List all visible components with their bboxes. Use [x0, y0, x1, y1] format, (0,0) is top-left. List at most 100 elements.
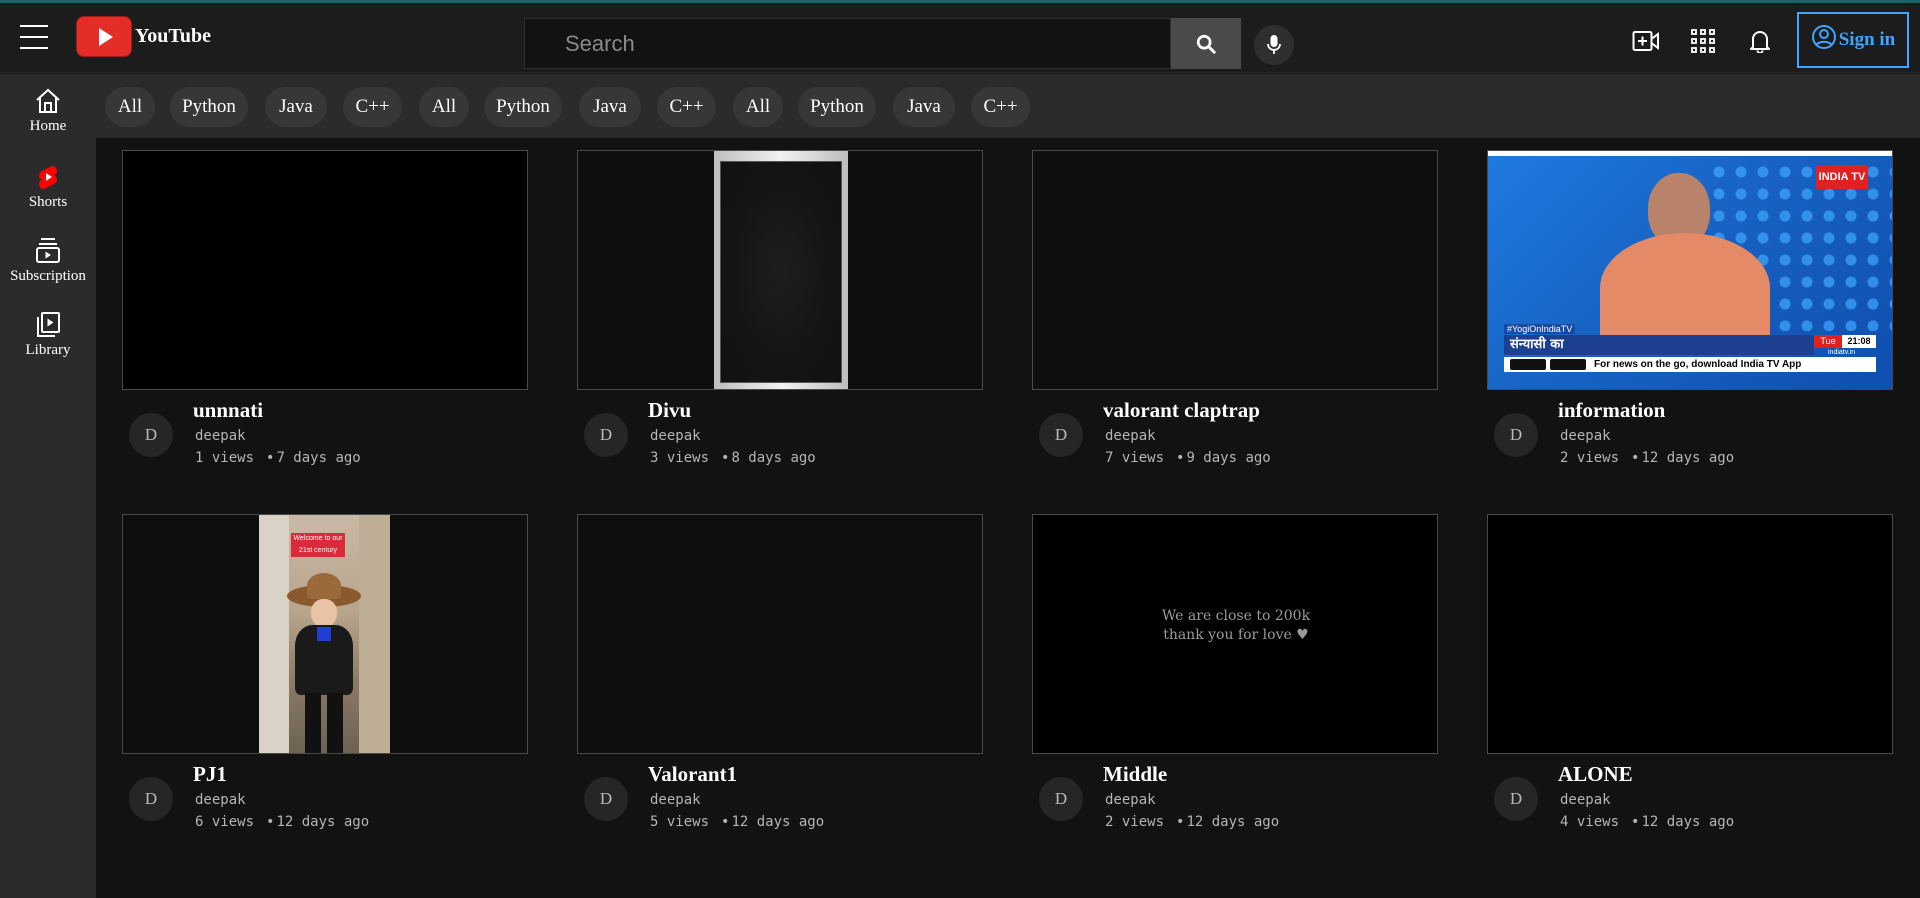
chip-all[interactable]: All: [733, 87, 783, 127]
channel-avatar[interactable]: D: [129, 413, 173, 457]
video-meta: 5 views • 12 days ago: [650, 814, 824, 830]
channel-avatar[interactable]: D: [1039, 777, 1083, 821]
sidebar-item-shorts[interactable]: Shorts: [0, 160, 96, 211]
search-button[interactable]: [1171, 18, 1241, 69]
apps-grid-icon: [1691, 29, 1715, 53]
chip-java[interactable]: Java: [579, 87, 641, 127]
view-count: 6 views: [195, 814, 255, 830]
view-count: 5 views: [650, 814, 710, 830]
channel-name[interactable]: deepak: [1560, 792, 1611, 808]
sidebar-item-library[interactable]: Library: [0, 308, 96, 359]
chip-all[interactable]: All: [419, 87, 469, 127]
video-thumbnail[interactable]: [1032, 150, 1438, 390]
channel-avatar[interactable]: D: [584, 413, 628, 457]
search-icon: [1196, 34, 1216, 54]
chip-python[interactable]: Python: [170, 87, 248, 127]
chip-python[interactable]: Python: [798, 87, 876, 127]
shorts-icon: [39, 166, 57, 189]
video-thumbnail[interactable]: [1487, 514, 1893, 754]
thumb-day: Tue: [1814, 335, 1842, 348]
meta-separator: •: [1631, 450, 1640, 466]
channel-avatar[interactable]: D: [584, 777, 628, 821]
channel-name[interactable]: deepak: [1105, 792, 1156, 808]
video-thumbnail[interactable]: Welcome to our 21st century: [122, 514, 528, 754]
video-thumbnail[interactable]: We are close to 200k thank you for love …: [1032, 514, 1438, 754]
search-bar: [524, 18, 1241, 69]
video-meta: 6 views • 12 days ago: [195, 814, 369, 830]
chip-java[interactable]: Java: [893, 87, 955, 127]
channel-name[interactable]: deepak: [195, 428, 246, 444]
channel-name[interactable]: deepak: [650, 792, 701, 808]
youtube-logo-icon: [76, 16, 132, 57]
search-input[interactable]: [524, 18, 1171, 69]
upload-age: 12 days ago: [1641, 814, 1735, 830]
chip-cpp[interactable]: C++: [343, 87, 402, 127]
chip-python[interactable]: Python: [484, 87, 562, 127]
person-face-graphic: [311, 599, 337, 627]
create-video-icon: [1632, 31, 1659, 51]
bell-icon: [1750, 31, 1770, 53]
sidebar-item-label: Library: [25, 342, 71, 358]
voice-search-button[interactable]: [1254, 25, 1294, 65]
menu-icon[interactable]: [20, 25, 50, 51]
video-title[interactable]: Divu: [648, 398, 691, 423]
channel-avatar[interactable]: D: [1494, 777, 1538, 821]
video-meta: 1 views • 7 days ago: [195, 450, 361, 466]
video-thumbnail[interactable]: INDIA TV #YogiOnIndiaTV संन्यासी का Tue …: [1487, 150, 1893, 390]
upload-age: 12 days ago: [276, 814, 370, 830]
video-title[interactable]: Middle: [1103, 762, 1167, 787]
youtube-logo[interactable]: YouTube: [76, 16, 211, 57]
channel-brand-logo: INDIA TV: [1816, 165, 1868, 189]
chip-cpp[interactable]: C++: [971, 87, 1030, 127]
video-thumbnail[interactable]: [577, 514, 983, 754]
channel-name[interactable]: deepak: [650, 428, 701, 444]
meta-separator: •: [266, 450, 275, 466]
channel-name[interactable]: deepak: [1560, 428, 1611, 444]
meta-separator: •: [1176, 450, 1185, 466]
thumb-hashtag: #YogiOnIndiaTV: [1504, 324, 1576, 334]
view-count: 4 views: [1560, 814, 1620, 830]
channel-avatar[interactable]: D: [1494, 413, 1538, 457]
category-chip-bar: All Python Java C++ All Python Java C++ …: [96, 74, 1920, 138]
library-icon: [37, 312, 60, 337]
phone-frame-graphic: [714, 151, 848, 389]
sidebar: Home Shorts Subscription Library: [0, 74, 96, 898]
video-title[interactable]: valorant claptrap: [1103, 398, 1260, 423]
sidebar-item-label: Home: [29, 118, 67, 134]
channel-avatar[interactable]: D: [129, 777, 173, 821]
channel-name[interactable]: deepak: [1105, 428, 1156, 444]
video-thumbnail[interactable]: [122, 150, 528, 390]
create-video-button[interactable]: [1629, 25, 1663, 57]
video-thumbnail[interactable]: [577, 150, 983, 390]
view-count: 3 views: [650, 450, 710, 466]
view-count: 2 views: [1560, 450, 1620, 466]
sidebar-item-label: Shorts: [28, 194, 68, 210]
sign-in-button[interactable]: Sign in: [1797, 12, 1909, 68]
person-body-graphic: [1600, 233, 1770, 343]
channel-name[interactable]: deepak: [195, 792, 246, 808]
meta-separator: •: [721, 814, 730, 830]
view-count: 7 views: [1105, 450, 1165, 466]
chip-cpp[interactable]: C++: [657, 87, 716, 127]
notifications-button[interactable]: [1743, 25, 1777, 57]
channel-avatar[interactable]: D: [1039, 413, 1083, 457]
meta-separator: •: [1631, 814, 1640, 830]
upload-age: 12 days ago: [731, 814, 825, 830]
chip-java[interactable]: Java: [265, 87, 327, 127]
mic-icon: [1267, 35, 1281, 54]
upload-age: 7 days ago: [276, 450, 361, 466]
video-title[interactable]: ALONE: [1558, 762, 1633, 787]
sidebar-item-home[interactable]: Home: [0, 84, 96, 135]
account-icon: [1811, 25, 1836, 49]
view-count: 2 views: [1105, 814, 1165, 830]
sidebar-item-subscription[interactable]: Subscription: [0, 234, 96, 285]
header: YouTube Sign in: [0, 3, 1920, 73]
video-title[interactable]: unnnati: [193, 398, 263, 423]
apps-button[interactable]: [1686, 25, 1720, 57]
chip-all[interactable]: All: [105, 87, 155, 127]
video-title[interactable]: PJ1: [193, 762, 227, 787]
thumb-site: indiatv.in: [1828, 349, 1856, 356]
video-title[interactable]: information: [1558, 398, 1665, 423]
video-title[interactable]: Valorant1: [648, 762, 737, 787]
video-meta: 7 views • 9 days ago: [1105, 450, 1271, 466]
